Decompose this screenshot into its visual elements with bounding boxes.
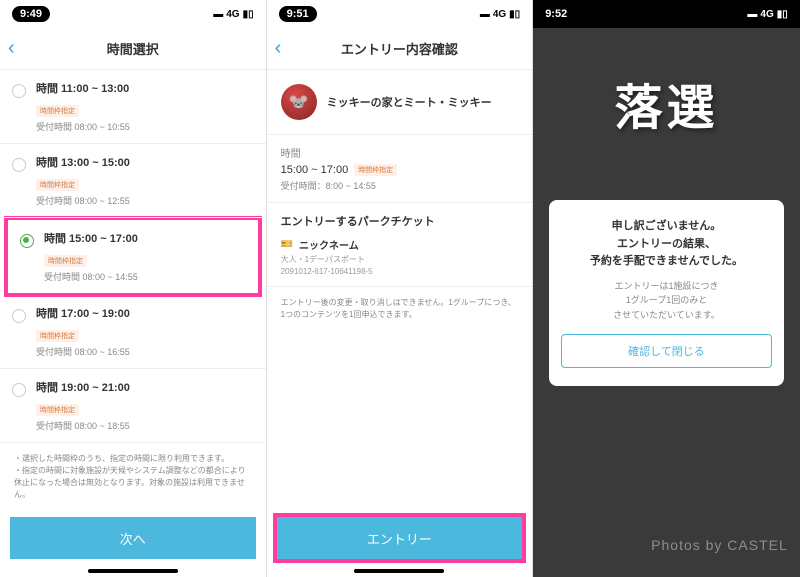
highlight-frame: エントリー xyxy=(273,513,527,563)
home-indicator[interactable] xyxy=(88,569,178,573)
badge: 時間枠指定 xyxy=(36,404,79,416)
slot-sub: 受付時間 08:00 ~ 16:55 xyxy=(36,345,252,358)
battery-icon: ▮▯ xyxy=(777,9,788,20)
page-title: エントリー内容確認 xyxy=(341,39,458,58)
status-icons: ▬ 4G ▮▯ xyxy=(213,9,253,20)
status-time: 9:49 xyxy=(12,6,50,22)
slot-sub: 受付時間 08:00 ~ 10:55 xyxy=(36,120,252,133)
watermark: Photos by CASTEL xyxy=(651,537,788,553)
time-value: 15:00 ~ 17:00 xyxy=(281,164,349,176)
radio-icon[interactable] xyxy=(12,309,26,323)
status-bar: 9:52 ▬ 4G ▮▯ xyxy=(533,0,800,28)
section-label: 時間 xyxy=(281,145,519,160)
slot-title: 時間 17:00 ~ 19:00 xyxy=(36,305,252,321)
header: ‹ 時間選択 xyxy=(0,28,266,70)
page-title: 時間選択 xyxy=(107,39,159,58)
radio-selected-icon[interactable] xyxy=(20,234,34,248)
back-chevron-icon[interactable]: ‹ xyxy=(8,37,15,60)
battery-icon: ▮▯ xyxy=(509,9,520,20)
result-text: 落選 xyxy=(533,68,800,138)
highlight-frame: 時間 15:00 ~ 17:00 時間枠指定 受付時間 08:00 ~ 14:5… xyxy=(4,216,262,297)
time-slot[interactable]: 時間 11:00 ~ 13:00 時間枠指定 受付時間 08:00 ~ 10:5… xyxy=(0,70,266,144)
entry-button[interactable]: エントリー xyxy=(277,517,523,559)
status-time: 9:52 xyxy=(545,8,567,20)
slot-title: 時間 13:00 ~ 15:00 xyxy=(36,154,252,170)
home-indicator[interactable] xyxy=(354,569,444,573)
ticket-name: ニックネーム xyxy=(299,237,359,252)
back-chevron-icon[interactable]: ‹ xyxy=(275,37,282,60)
radio-icon[interactable] xyxy=(12,84,26,98)
warning-text: エントリー後の変更・取り消しはできません。1グループにつき、1つのコンテンツを1… xyxy=(267,287,533,331)
modal-message: 申し訳ございません。 エントリーの結果、 予約を手配できませんでした。 xyxy=(561,218,772,271)
status-time: 9:51 xyxy=(279,6,317,22)
attraction-name: ミッキーの家とミート・ミッキー xyxy=(327,94,492,110)
status-bar: 9:49 ▬ 4G ▮▯ xyxy=(0,0,266,28)
slot-sub: 受付時間 08:00 ~ 14:55 xyxy=(44,270,244,283)
ticket-id: 2091012-617-10641198-5 xyxy=(281,267,519,276)
radio-icon[interactable] xyxy=(12,383,26,397)
time-slot[interactable]: 時間 13:00 ~ 15:00 時間枠指定 受付時間 08:00 ~ 12:5… xyxy=(0,144,266,218)
attraction-row: 🐭 ミッキーの家とミート・ミッキー xyxy=(267,70,533,135)
confirm-close-button[interactable]: 確認して閉じる xyxy=(561,334,772,368)
section-title: エントリーするパークチケット xyxy=(281,213,519,229)
slot-title: 時間 15:00 ~ 17:00 xyxy=(44,230,244,246)
badge: 時間枠指定 xyxy=(36,179,79,191)
time-slot[interactable]: 時間 17:00 ~ 19:00 時間枠指定 受付時間 08:00 ~ 16:5… xyxy=(0,295,266,369)
signal-icon: ▬ xyxy=(747,9,757,20)
time-section: 時間 15:00 ~ 17:00 時間枠指定 受付時間：8:00 ~ 14:55 xyxy=(267,135,533,203)
slot-sub: 受付時間 08:00 ~ 12:55 xyxy=(36,194,252,207)
screen-time-select: 9:49 ▬ 4G ▮▯ ‹ 時間選択 時間 11:00 ~ 13:00 時間枠… xyxy=(0,0,267,577)
signal-icon: ▬ xyxy=(213,9,223,20)
reception-time: 受付時間：8:00 ~ 14:55 xyxy=(281,179,519,192)
slot-title: 時間 19:00 ~ 21:00 xyxy=(36,379,252,395)
result-modal: 申し訳ございません。 エントリーの結果、 予約を手配できませんでした。 エントリ… xyxy=(549,200,784,386)
ticket-section: エントリーするパークチケット 🎫 ニックネーム 大人・1デーパスポート 2091… xyxy=(267,203,533,287)
signal-icon: ▬ xyxy=(480,9,490,20)
ticket-icon: 🎫 xyxy=(281,239,293,250)
slot-title: 時間 11:00 ~ 13:00 xyxy=(36,80,252,96)
header: ‹ エントリー内容確認 xyxy=(267,28,533,70)
attraction-avatar: 🐭 xyxy=(281,84,317,120)
badge: 時間枠指定 xyxy=(354,164,397,176)
status-icons: ▬ 4G ▮▯ xyxy=(480,9,520,20)
screen-entry-confirm: 9:51 ▬ 4G ▮▯ ‹ エントリー内容確認 🐭 ミッキーの家とミート・ミッ… xyxy=(267,0,534,577)
status-bar: 9:51 ▬ 4G ▮▯ xyxy=(267,0,533,28)
time-slot-selected[interactable]: 時間 15:00 ~ 17:00 時間枠指定 受付時間 08:00 ~ 14:5… xyxy=(8,220,258,293)
ticket-type: 大人・1デーパスポート xyxy=(281,254,519,265)
badge: 時間枠指定 xyxy=(36,105,79,117)
notes: ・選択した時間枠のうち、指定の時間に限り利用できます。 ・指定の時間に対象施設が… xyxy=(0,443,266,511)
time-slot[interactable]: 時間 19:00 ~ 21:00 時間枠指定 受付時間 08:00 ~ 18:5… xyxy=(0,369,266,443)
modal-note: エントリーは1施設につき 1グループ1回のみと させていただいています。 xyxy=(561,279,772,322)
badge: 時間枠指定 xyxy=(36,330,79,342)
radio-icon[interactable] xyxy=(12,158,26,172)
next-button[interactable]: 次へ xyxy=(10,517,256,559)
battery-icon: ▮▯ xyxy=(243,9,254,20)
badge: 時間枠指定 xyxy=(44,255,87,267)
slot-sub: 受付時間 08:00 ~ 18:55 xyxy=(36,419,252,432)
status-icons: ▬ 4G ▮▯ xyxy=(747,9,787,20)
screen-result: 9:52 ▬ 4G ▮▯ 落選 申し訳ございません。 エントリーの結果、 予約を… xyxy=(533,0,800,577)
